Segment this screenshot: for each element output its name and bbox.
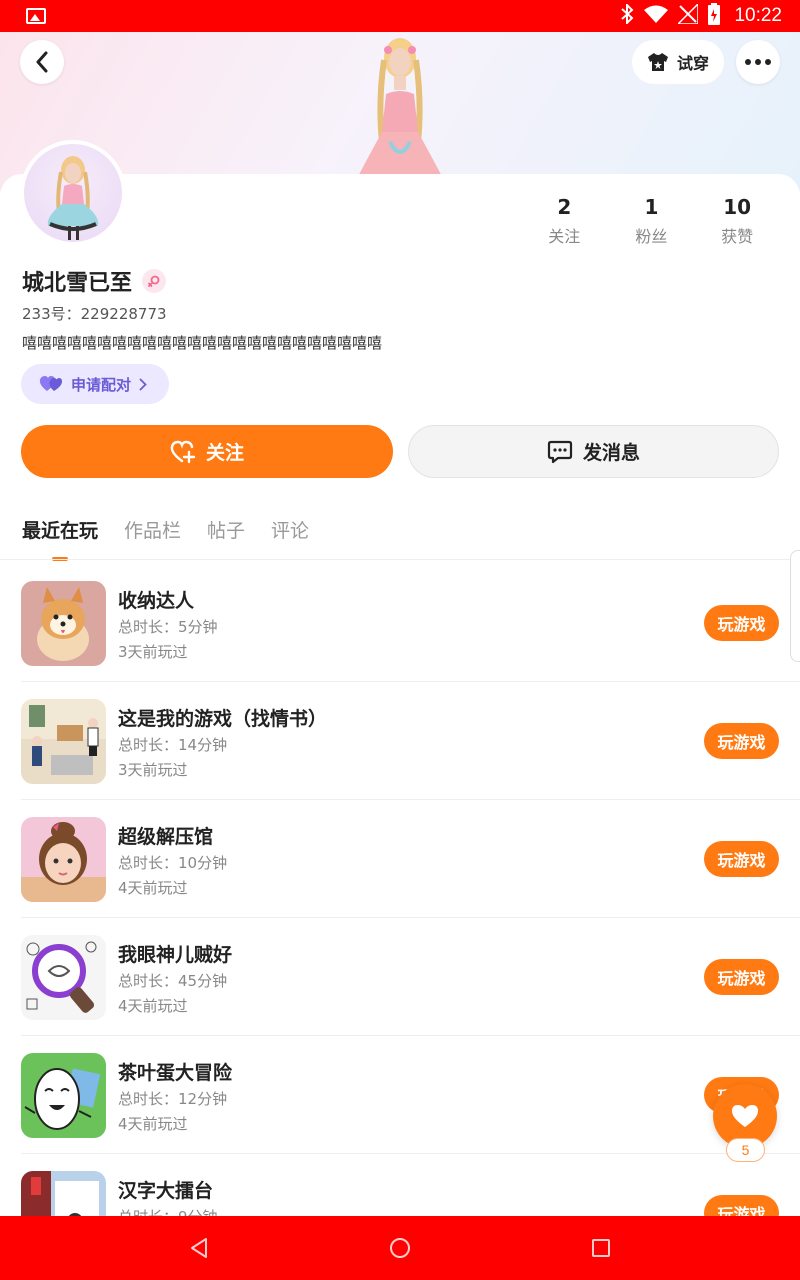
stat-likes-count: 10: [723, 195, 752, 219]
send-message-button[interactable]: 发消息: [408, 425, 779, 478]
tab-comments[interactable]: 评论: [271, 516, 309, 553]
list-item[interactable]: 茶叶蛋大冒险 总时长：12分钟 4天前玩过 玩游戏: [0, 1036, 800, 1154]
chat-bubble-icon: [547, 440, 573, 463]
tab-works[interactable]: 作品栏: [124, 516, 181, 553]
play-game-button[interactable]: 玩游戏: [704, 605, 779, 641]
game-thumbnail: [21, 1053, 106, 1138]
game-title: 收纳达人: [118, 590, 195, 612]
game-last-played: 4天前玩过: [118, 997, 188, 1015]
list-item[interactable]: 超级解压馆 总时长：10分钟 4天前玩过 玩游戏: [0, 800, 800, 918]
character-figure: [350, 38, 450, 192]
game-duration: 总时长：9分钟: [118, 1206, 218, 1216]
tab-recently-played[interactable]: 最近在玩: [22, 516, 98, 553]
stat-followers[interactable]: 1 粉丝: [609, 195, 695, 247]
recent-games-list: 收纳达人 总时长：5分钟 3天前玩过 玩游戏 这是我的游戏（找情书） 总时长：1…: [0, 564, 800, 1216]
more-button[interactable]: [736, 40, 780, 84]
game-last-played: 3天前玩过: [118, 761, 188, 779]
list-item[interactable]: 汉字大擂台 总时长：9分钟 玩游戏: [0, 1154, 800, 1216]
game-title: 茶叶蛋大冒险: [118, 1062, 233, 1084]
profile-stats: 2 关注 1 粉丝 10 获赞: [520, 195, 780, 247]
stat-following[interactable]: 2 关注: [520, 195, 609, 247]
status-time: 10:22: [734, 5, 782, 26]
try-on-button[interactable]: 试穿: [632, 40, 724, 84]
wifi-icon: [644, 5, 669, 27]
user-bio: 嘻嘻嘻嘻嘻嘻嘻嘻嘻嘻嘻嘻嘻嘻嘻嘻嘻嘻嘻嘻嘻嘻嘻嘻: [22, 334, 383, 352]
game-last-played: 3天前玩过: [118, 643, 188, 661]
stat-following-label: 关注: [548, 227, 581, 246]
game-duration: 总时长：45分钟: [118, 972, 228, 990]
game-duration: 总时长：10分钟: [118, 854, 228, 872]
stat-following-count: 2: [557, 195, 572, 219]
game-duration: 总时长：14分钟: [118, 736, 228, 754]
system-nav-bar: [0, 1216, 800, 1280]
game-title: 我眼神儿贼好: [118, 944, 233, 966]
game-thumbnail: [21, 699, 106, 784]
female-gender-icon: [142, 269, 167, 293]
chevron-left-icon: [36, 51, 48, 73]
double-heart-icon: [39, 376, 62, 391]
no-signal-icon: [676, 2, 700, 28]
back-button[interactable]: [20, 40, 64, 84]
status-bar: 10:22: [0, 0, 800, 32]
game-duration: 总时长：5分钟: [118, 618, 218, 636]
back-triangle-icon[interactable]: [189, 1237, 209, 1259]
play-game-button[interactable]: 玩游戏: [704, 723, 779, 759]
avatar[interactable]: [20, 140, 126, 246]
like-count-badge: 5: [726, 1138, 765, 1162]
game-title: 超级解压馆: [118, 826, 214, 848]
user-id-label: 233号：: [22, 305, 81, 323]
game-last-played: 4天前玩过: [118, 879, 188, 897]
game-title: 汉字大擂台: [118, 1180, 214, 1202]
add-heart-icon: [170, 440, 196, 463]
play-game-button[interactable]: 玩游戏: [704, 1195, 779, 1216]
list-item[interactable]: 收纳达人 总时长：5分钟 3天前玩过 玩游戏: [0, 564, 800, 682]
battery-charging-icon: [708, 3, 721, 29]
stat-followers-label: 粉丝: [635, 227, 668, 246]
game-last-played: 4天前玩过: [118, 1115, 188, 1133]
username: 城北雪已至: [22, 271, 133, 296]
follow-button[interactable]: 关注: [21, 425, 393, 478]
list-item[interactable]: 我眼神儿贼好 总时长：45分钟 4天前玩过 玩游戏: [0, 918, 800, 1036]
heart-icon: [732, 1105, 758, 1127]
game-thumbnail: [21, 1171, 106, 1216]
follow-label: 关注: [205, 442, 244, 464]
stat-likes[interactable]: 10 获赞: [694, 195, 780, 247]
user-id: 233号：229228773: [22, 303, 167, 324]
home-circle-icon[interactable]: [389, 1237, 411, 1259]
apply-pair-button[interactable]: 申请配对: [21, 364, 169, 404]
tab-posts[interactable]: 帖子: [207, 516, 245, 553]
bluetooth-icon: [620, 2, 634, 28]
list-item[interactable]: 这是我的游戏（找情书） 总时长：14分钟 3天前玩过 玩游戏: [0, 682, 800, 800]
game-title: 这是我的游戏（找情书）: [118, 708, 328, 730]
profile-tabs: 最近在玩 作品栏 帖子 评论: [22, 516, 309, 553]
play-game-button[interactable]: 玩游戏: [704, 841, 779, 877]
tabs-divider: [0, 559, 800, 560]
game-thumbnail: [21, 817, 106, 902]
apply-pair-label: 申请配对: [71, 375, 132, 394]
more-dots-icon: [745, 59, 771, 65]
stat-likes-label: 获赞: [721, 227, 754, 246]
try-on-label: 试穿: [676, 54, 709, 73]
chevron-right-icon: [139, 378, 147, 390]
image-icon: [26, 8, 46, 24]
stat-followers-count: 1: [644, 195, 659, 219]
play-game-button[interactable]: 玩游戏: [704, 959, 779, 995]
send-message-label: 发消息: [582, 442, 640, 464]
username-row: 城北雪已至: [22, 265, 167, 297]
user-id-value: 229228773: [80, 305, 167, 323]
game-thumbnail: [21, 935, 106, 1020]
game-duration: 总时长：12分钟: [118, 1090, 228, 1108]
shirt-icon: [647, 53, 668, 71]
game-thumbnail: [21, 581, 106, 666]
recents-square-icon[interactable]: [591, 1238, 611, 1258]
